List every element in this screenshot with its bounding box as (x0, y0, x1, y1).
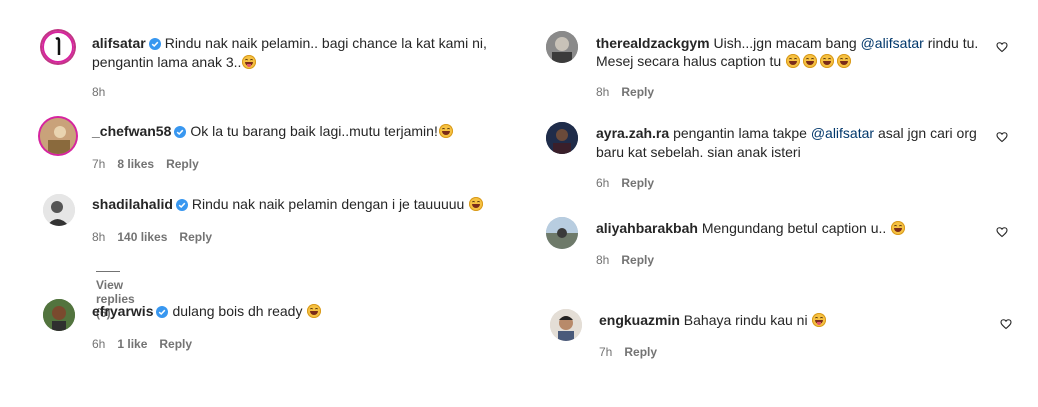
comment-meta: 8h Reply (596, 85, 666, 99)
tongue-emoji-icon (812, 313, 827, 327)
verified-icon (175, 199, 188, 211)
heart-icon[interactable] (1000, 318, 1012, 330)
username[interactable]: efryarwis (92, 303, 153, 319)
avatar[interactable] (546, 122, 578, 154)
heart-icon[interactable] (996, 226, 1008, 238)
like-count[interactable]: 1 like (117, 337, 147, 351)
reply-button[interactable]: Reply (621, 176, 654, 190)
comment-meta: 8h (92, 85, 117, 99)
avatar[interactable] (43, 299, 75, 331)
timestamp: 7h (599, 345, 613, 359)
verified-icon (174, 126, 187, 138)
comment-text-line2: baru kat sebelah. sian anak isteri (596, 144, 801, 160)
grinning-emoji-icon (438, 124, 453, 138)
timestamp: 6h (92, 337, 106, 351)
comment-text: Rindu nak naik pelamin dengan i je tauuu… (191, 196, 465, 212)
reply-button[interactable]: Reply (166, 157, 199, 171)
avatar[interactable] (40, 29, 76, 65)
username[interactable]: aliyahbarakbah (596, 220, 698, 236)
username[interactable]: alifsatar (92, 35, 146, 51)
avatar[interactable] (550, 309, 582, 341)
grinning-emoji-icon (891, 221, 906, 235)
comment-meta: 6h Reply (596, 176, 666, 190)
avatar[interactable] (43, 194, 75, 226)
comment-meta: 7h 8 likes Reply (92, 157, 211, 171)
username[interactable]: therealdzackgym (596, 35, 710, 51)
comment-text: Bahaya rindu kau ni (683, 312, 808, 328)
comment-text: Rindu nak naik pelamin.. bagi chance la … (164, 35, 487, 51)
grinning-emoji-icon (786, 54, 801, 68)
timestamp: 7h (92, 157, 106, 171)
comment-text-line2: pengantin lama anak 3.. (92, 54, 242, 70)
grinning-emoji-icon (820, 54, 835, 68)
username[interactable]: ayra.zah.ra (596, 125, 669, 141)
comment-text-tail: rindu tu. (923, 35, 979, 51)
username[interactable]: _chefwan58 (92, 123, 171, 139)
timestamp: 8h (92, 230, 106, 244)
timestamp: 8h (92, 85, 106, 99)
comment-meta: 7h Reply (599, 345, 669, 359)
comment-meta: 6h 1 like Reply (92, 337, 204, 351)
verified-icon (148, 38, 161, 50)
heart-icon[interactable] (996, 131, 1008, 143)
comment-text: dulang bois dh ready (172, 303, 303, 319)
heart-icon[interactable] (996, 41, 1008, 53)
like-count[interactable]: 8 likes (117, 157, 154, 171)
avatar[interactable] (546, 217, 578, 249)
reply-button[interactable]: Reply (179, 230, 212, 244)
reply-button[interactable]: Reply (624, 345, 657, 359)
divider-line (96, 271, 120, 273)
timestamp: 8h (596, 85, 610, 99)
comment-text: Ok la tu barang baik lagi..mutu terjamin… (190, 123, 438, 139)
reply-button[interactable]: Reply (621, 85, 654, 99)
mention-link[interactable]: @alifsatar (811, 125, 874, 141)
verified-icon (156, 306, 169, 318)
comment-text: pengantin lama takpe (673, 125, 811, 141)
like-count[interactable]: 140 likes (117, 230, 167, 244)
reply-button[interactable]: Reply (621, 253, 654, 267)
mention-link[interactable]: @alifsatar (861, 35, 924, 51)
timestamp: 6h (596, 176, 610, 190)
avatar[interactable] (40, 118, 76, 154)
timestamp: 8h (596, 253, 610, 267)
avatar[interactable] (546, 31, 578, 63)
reply-button[interactable]: Reply (159, 337, 192, 351)
comment-meta: 8h Reply (596, 253, 666, 267)
grinning-emoji-icon (307, 304, 322, 318)
comment-text-tail: asal jgn cari org (874, 125, 977, 141)
grinning-emoji-icon (469, 197, 484, 211)
username[interactable]: engkuazmin (599, 312, 680, 328)
username[interactable]: shadilahalid (92, 196, 173, 212)
comment-text: Uish...jgn macam bang (713, 35, 861, 51)
comment-text-line2: Mesej secara halus caption tu (596, 53, 782, 69)
comment-meta: 8h 140 likes Reply (92, 230, 224, 244)
grinning-emoji-icon (837, 54, 852, 68)
comment-text: Mengundang betul caption u.. (701, 220, 887, 236)
grinning-emoji-icon (803, 54, 818, 68)
tongue-emoji-icon (242, 55, 257, 69)
